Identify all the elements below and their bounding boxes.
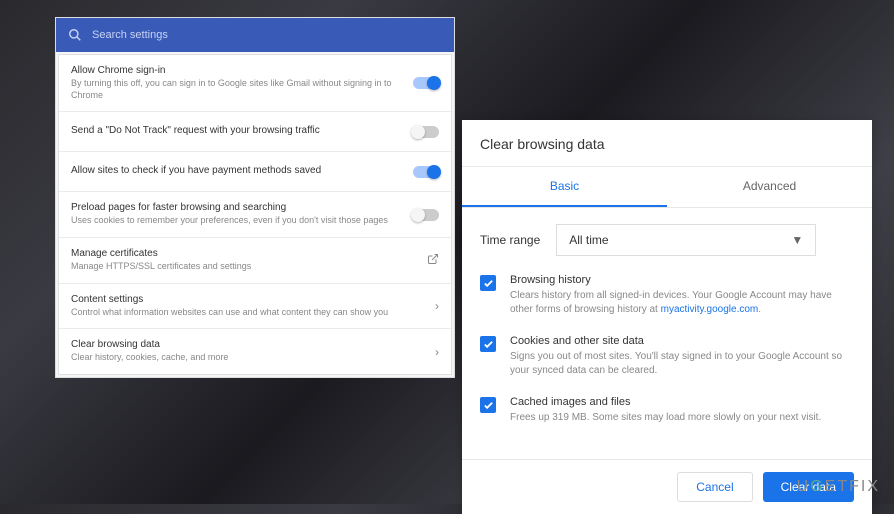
- setting-desc: Manage HTTPS/SSL certificates and settin…: [71, 261, 427, 273]
- option-desc: Frees up 319 MB. Some sites may load mor…: [510, 411, 854, 425]
- checkbox[interactable]: [480, 336, 496, 352]
- setting-title: Manage certificates: [71, 248, 427, 259]
- setting-allow-chrome-signin[interactable]: Allow Chrome sign-in By turning this off…: [59, 55, 451, 112]
- setting-title: Content settings: [71, 294, 435, 305]
- option-title: Cached images and files: [510, 396, 854, 408]
- dialog-tabs: Basic Advanced: [462, 167, 872, 208]
- setting-preload-pages[interactable]: Preload pages for faster browsing and se…: [59, 192, 451, 238]
- settings-list: Allow Chrome sign-in By turning this off…: [58, 54, 452, 375]
- dialog-body: Time range All time ▼ Browsing history C…: [462, 208, 872, 459]
- checkbox[interactable]: [480, 275, 496, 291]
- tab-basic[interactable]: Basic: [462, 167, 667, 207]
- external-link-icon: [427, 253, 439, 268]
- toggle-switch[interactable]: [413, 77, 439, 89]
- chrome-settings-panel: Allow Chrome sign-in By turning this off…: [55, 17, 455, 378]
- option-browsing-history: Browsing history Clears history from all…: [480, 274, 854, 317]
- setting-do-not-track[interactable]: Send a "Do Not Track" request with your …: [59, 112, 451, 152]
- setting-title: Preload pages for faster browsing and se…: [71, 202, 413, 213]
- toggle-switch[interactable]: [413, 126, 439, 138]
- toggle-switch[interactable]: [413, 166, 439, 178]
- option-cached-images: Cached images and files Frees up 319 MB.…: [480, 396, 854, 425]
- chevron-right-icon: ›: [435, 345, 439, 359]
- time-range-label: Time range: [480, 233, 540, 247]
- search-input[interactable]: [92, 29, 442, 41]
- setting-desc: Clear history, cookies, cache, and more: [71, 352, 435, 364]
- setting-manage-certificates[interactable]: Manage certificates Manage HTTPS/SSL cer…: [59, 238, 451, 284]
- check-icon: [483, 278, 494, 289]
- time-range-row: Time range All time ▼: [480, 224, 854, 256]
- option-desc: Signs you out of most sites. You'll stay…: [510, 350, 854, 378]
- cancel-button[interactable]: Cancel: [677, 472, 752, 502]
- setting-desc: Uses cookies to remember your preference…: [71, 215, 413, 227]
- search-icon: [68, 28, 82, 42]
- setting-content-settings[interactable]: Content settings Control what informatio…: [59, 284, 451, 330]
- dropdown-icon: ▼: [791, 233, 803, 247]
- option-title: Cookies and other site data: [510, 335, 854, 347]
- setting-desc: Control what information websites can us…: [71, 307, 435, 319]
- setting-title: Allow sites to check if you have payment…: [71, 165, 413, 176]
- check-icon: [483, 339, 494, 350]
- setting-title: Clear browsing data: [71, 339, 435, 350]
- time-range-value: All time: [569, 233, 608, 247]
- setting-clear-browsing-data[interactable]: Clear browsing data Clear history, cooki…: [59, 329, 451, 374]
- option-cookies: Cookies and other site data Signs you ou…: [480, 335, 854, 378]
- dialog-title: Clear browsing data: [480, 136, 854, 152]
- chevron-right-icon: ›: [435, 299, 439, 313]
- check-icon: [483, 400, 494, 411]
- setting-title: Allow Chrome sign-in: [71, 65, 413, 76]
- myactivity-link[interactable]: myactivity.google.com: [661, 304, 759, 315]
- settings-search-bar[interactable]: [56, 18, 454, 52]
- clear-browsing-data-dialog: Clear browsing data Basic Advanced Time …: [462, 120, 872, 514]
- tab-advanced[interactable]: Advanced: [667, 167, 872, 207]
- time-range-select[interactable]: All time ▼: [556, 224, 816, 256]
- checkbox[interactable]: [480, 397, 496, 413]
- setting-desc: By turning this off, you can sign in to …: [71, 78, 413, 101]
- setting-title: Send a "Do Not Track" request with your …: [71, 125, 413, 136]
- watermark: UGETFIX: [797, 478, 880, 496]
- option-title: Browsing history: [510, 274, 854, 286]
- setting-payment-methods[interactable]: Allow sites to check if you have payment…: [59, 152, 451, 192]
- option-desc: Clears history from all signed-in device…: [510, 289, 854, 317]
- dialog-header: Clear browsing data: [462, 120, 872, 167]
- toggle-switch[interactable]: [413, 209, 439, 221]
